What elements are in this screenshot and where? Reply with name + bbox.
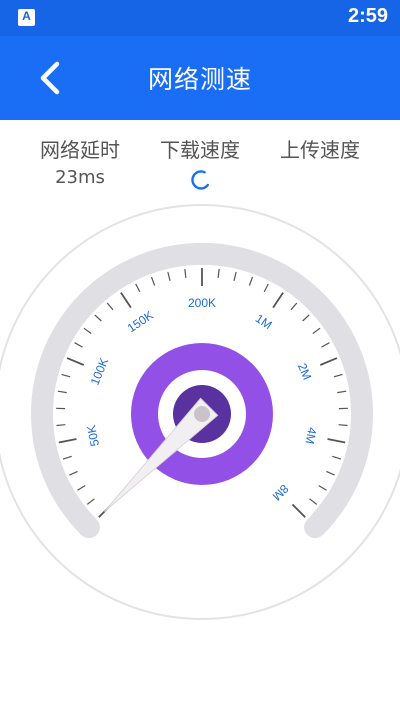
gauge-minor-tick (74, 342, 83, 348)
gauge-minor-tick (318, 485, 327, 491)
gauge-minor-tick (333, 373, 343, 378)
gauge-major-tick (272, 292, 284, 309)
gauge-minor-tick (61, 373, 71, 378)
gauge-major-tick (291, 503, 306, 518)
upload-stat: 上传速度 (260, 134, 380, 163)
gauge-scale-label: 200K (188, 296, 216, 310)
upload-label: 上传速度 (280, 138, 360, 162)
status-bar: A 2:59 (0, 0, 400, 36)
gauge-major-tick (327, 438, 346, 444)
needle-hub (194, 406, 210, 422)
app-notification-icon: A (18, 9, 35, 26)
latency-label: 网络延时 (40, 138, 120, 162)
gauge-minor-tick (338, 424, 348, 427)
gauge-minor-tick (106, 302, 114, 311)
gauge-scale-label: 4M (302, 426, 319, 445)
gauge-minor-tick (290, 302, 298, 311)
gauge-major-tick (58, 438, 77, 444)
gauge-minor-tick (263, 283, 269, 293)
latency-value: 23ms (55, 167, 105, 188)
gauge-minor-tick (321, 342, 330, 348)
gauge-scale-label: 2M (295, 361, 314, 382)
gauge-minor-tick (135, 283, 141, 293)
gauge-minor-tick (86, 498, 95, 505)
gauge-minor-tick (337, 390, 347, 394)
gauge-major-tick (66, 357, 85, 366)
gauge-minor-tick (167, 271, 171, 281)
gauge-minor-tick (332, 455, 342, 460)
gauge-minor-tick (309, 498, 318, 505)
app-bar: 网络测速 (0, 36, 400, 120)
gauge-scale-label: 50K (84, 424, 102, 448)
gauge-major-tick (120, 292, 132, 309)
gauge-minor-tick (312, 327, 321, 334)
gauge-minor-tick (184, 268, 187, 278)
gauge-minor-tick (56, 424, 66, 427)
gauge-minor-tick (83, 327, 92, 334)
gauge-minor-tick (62, 455, 72, 460)
status-time: 2:59 (347, 5, 388, 27)
gauge-minor-tick (217, 268, 220, 278)
gauge-scale-label: 150K (125, 308, 156, 335)
download-stat: 下载速度 (140, 134, 260, 195)
speed-gauge: 50K 100K 150K 200K 1M 2M 4M 8M (0, 204, 400, 620)
gauge-minor-tick (302, 314, 310, 322)
gauge-minor-tick (94, 314, 102, 322)
gauge-scale-label: 100K (88, 356, 112, 387)
page-title: 网络测速 (147, 65, 252, 94)
gauge-minor-tick (69, 470, 78, 476)
download-label: 下载速度 (160, 138, 240, 162)
gauge-scale-label: 8M (270, 482, 292, 504)
gauge-scale-label: 1M (253, 311, 275, 332)
latency-stat: 网络延时 23ms (20, 134, 140, 188)
speed-stats: 网络延时 23ms 下载速度 上传速度 (0, 134, 400, 194)
gauge-major-tick (319, 357, 338, 366)
gauge-minor-tick (57, 390, 67, 394)
gauge-minor-tick (77, 485, 86, 491)
gauge-minor-tick (326, 470, 335, 476)
gauge-minor-tick (248, 276, 254, 286)
gauge-minor-tick (150, 276, 156, 286)
gauge-minor-tick (233, 271, 237, 281)
loading-spinner-icon (189, 169, 211, 195)
